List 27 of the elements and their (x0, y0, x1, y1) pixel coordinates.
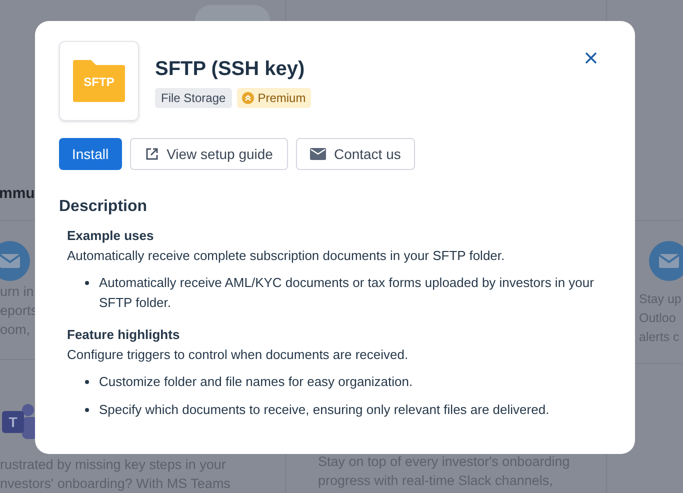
chevrons-up-icon (242, 92, 254, 104)
setup-guide-button[interactable]: View setup guide (130, 138, 288, 170)
premium-badge: Premium (236, 88, 311, 108)
close-icon (585, 52, 597, 64)
bullet-text: Customize folder and file names for easy organization. (99, 373, 413, 391)
contact-button[interactable]: Contact us (296, 138, 415, 170)
envelope-icon (310, 148, 326, 160)
dialog-title: SFTP (SSH key) (155, 57, 306, 82)
section-heading: Feature highlights (67, 326, 181, 344)
category-badge: File Storage (155, 88, 232, 108)
logo-text: SFTP (82, 75, 116, 89)
section-heading: mmu (0, 184, 35, 204)
section-heading: Example uses (67, 227, 155, 245)
folder-icon (73, 60, 125, 102)
bullet-icon (85, 408, 89, 412)
bullet-icon (85, 380, 89, 384)
section-text: Automatically receive complete subscription documents in your SFTP folder. (67, 247, 506, 265)
description-heading: Description (59, 197, 148, 217)
envelope-icon (649, 241, 683, 281)
envelope-icon (0, 241, 30, 281)
section-text: Configure triggers to control when documents are received. (67, 346, 410, 364)
bullet-text: Specify which documents to receive, ensuring only relevant files are delivered. (99, 401, 550, 419)
close-button[interactable] (583, 50, 599, 66)
install-button[interactable]: Install (59, 138, 122, 170)
bullet-icon (85, 281, 89, 285)
bullet-text: Automatically receive AML/KYC documents or tax forms uploaded by investors in your SFTP folder. (99, 274, 595, 312)
external-link-icon (144, 147, 159, 161)
